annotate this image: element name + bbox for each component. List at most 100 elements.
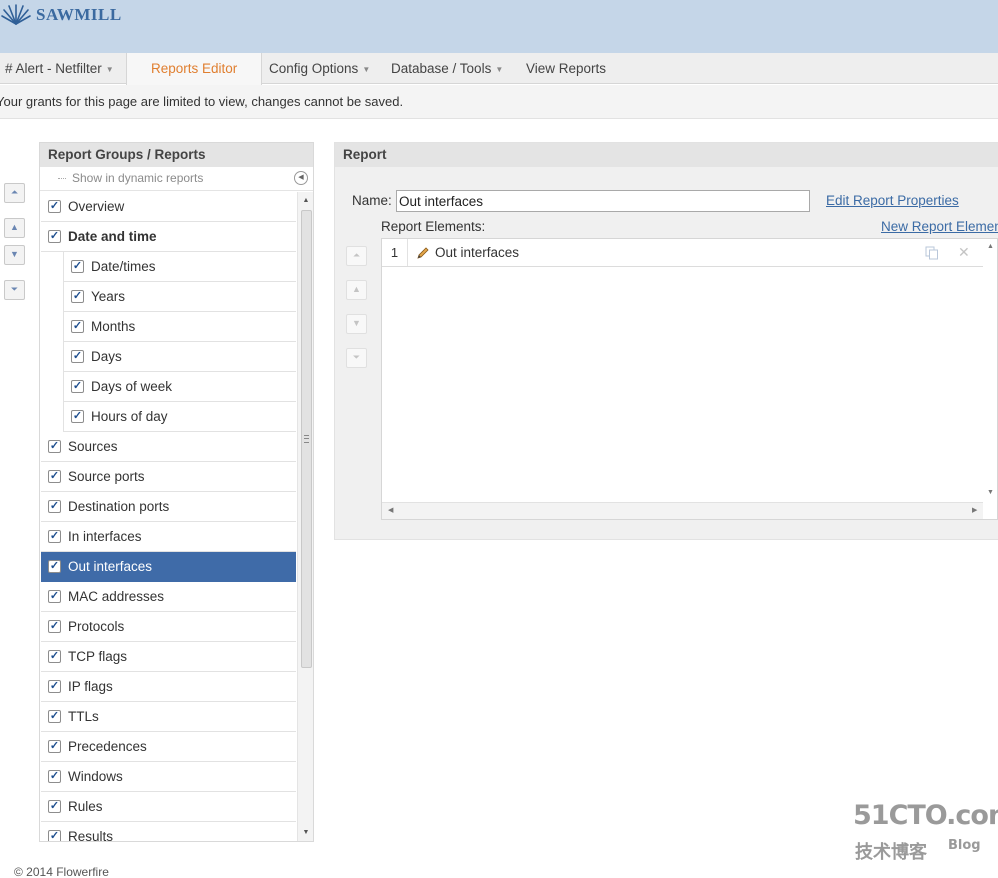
tree-item-sources[interactable]: ✓ Sources bbox=[41, 432, 296, 462]
caret-down-icon: ▼ bbox=[495, 64, 504, 74]
dynamic-reports-toggle[interactable]: Show in dynamic reports ◀ bbox=[40, 167, 313, 191]
move-top-icon[interactable]: ⏶ bbox=[4, 183, 25, 203]
tree-item-months[interactable]: ✓ Months bbox=[63, 312, 296, 342]
tree-item-ttls[interactable]: ✓ TTLs bbox=[41, 702, 296, 732]
tree-item-ip-flags[interactable]: ✓ IP flags bbox=[41, 672, 296, 702]
tree-item-out-interfaces[interactable]: ✓ Out interfaces bbox=[41, 552, 296, 582]
tree-item-results[interactable]: ✓ Results bbox=[41, 822, 296, 841]
tree-item-years[interactable]: ✓ Years bbox=[63, 282, 296, 312]
app-header: SAWMILL bbox=[0, 0, 998, 53]
checkbox-checked-icon[interactable]: ✓ bbox=[48, 740, 61, 753]
tree-item-in-interfaces[interactable]: ✓ In interfaces bbox=[41, 522, 296, 552]
tree-item-days-of-week[interactable]: ✓ Days of week bbox=[63, 372, 296, 402]
tree-item-label: Source ports bbox=[68, 469, 145, 484]
move-top-icon[interactable]: ⏶ bbox=[346, 246, 367, 266]
tree-item-rules[interactable]: ✓ Rules bbox=[41, 792, 296, 822]
move-down-icon[interactable]: ▼ bbox=[4, 245, 25, 265]
move-bottom-icon[interactable]: ⏷ bbox=[346, 348, 367, 368]
nav-reports-editor[interactable]: Reports Editor bbox=[126, 53, 263, 85]
tree-item-label: Precedences bbox=[68, 739, 147, 754]
nav-database-tools-label: Database / Tools bbox=[391, 61, 492, 76]
checkbox-checked-icon[interactable]: ✓ bbox=[48, 500, 61, 513]
checkbox-checked-icon[interactable]: ✓ bbox=[48, 590, 61, 603]
move-bottom-icon[interactable]: ⏷ bbox=[4, 280, 25, 300]
tree-item-precedences[interactable]: ✓ Precedences bbox=[41, 732, 296, 762]
copy-icon[interactable] bbox=[925, 246, 939, 260]
tree-item-protocols[interactable]: ✓ Protocols bbox=[41, 612, 296, 642]
tree-item-destination-ports[interactable]: ✓ Destination ports bbox=[41, 492, 296, 522]
checkbox-checked-icon[interactable]: ✓ bbox=[48, 770, 61, 783]
checkbox-checked-icon[interactable]: ✓ bbox=[48, 830, 61, 841]
new-report-element-link[interactable]: New Report Element bbox=[881, 219, 998, 234]
watermark-blog: Blog bbox=[948, 838, 981, 853]
tree-item-label: Months bbox=[91, 319, 136, 334]
checkbox-checked-icon[interactable]: ✓ bbox=[48, 620, 61, 633]
scroll-down-icon[interactable]: ▼ bbox=[987, 489, 994, 496]
checkbox-checked-icon[interactable]: ✓ bbox=[48, 680, 61, 693]
scroll-up-icon[interactable]: ▲ bbox=[298, 194, 313, 208]
watermark-sub: 技术博客 bbox=[855, 842, 927, 863]
tree-item-hours-of-day[interactable]: ✓ Hours of day bbox=[63, 402, 296, 432]
tree-item-label: In interfaces bbox=[68, 529, 142, 544]
tree-item-label: Days of week bbox=[91, 379, 173, 394]
watermark-main: 51CTO.com bbox=[853, 800, 998, 831]
tree-item-date-times[interactable]: ✓ Date/times bbox=[63, 252, 296, 282]
tree-item-overview[interactable]: ✓ Overview bbox=[41, 192, 296, 222]
edit-report-properties-link[interactable]: Edit Report Properties bbox=[826, 193, 959, 208]
tree-item-windows[interactable]: ✓ Windows bbox=[41, 762, 296, 792]
checkbox-checked-icon[interactable]: ✓ bbox=[48, 200, 61, 213]
tree-item-label: IP flags bbox=[68, 679, 113, 694]
nav-database-tools[interactable]: Database / Tools ▼ bbox=[391, 53, 503, 84]
scroll-right-icon[interactable]: ▶ bbox=[972, 506, 977, 514]
checkbox-checked-icon[interactable]: ✓ bbox=[48, 440, 61, 453]
checkbox-checked-icon[interactable]: ✓ bbox=[48, 800, 61, 813]
scroll-left-icon[interactable]: ◀ bbox=[388, 506, 393, 514]
move-down-icon[interactable]: ▼ bbox=[346, 314, 367, 334]
scroll-down-icon[interactable]: ▼ bbox=[298, 826, 313, 840]
brand-name: SAWMILL bbox=[36, 5, 122, 24]
scroll-up-icon[interactable]: ▲ bbox=[987, 243, 994, 250]
checkbox-checked-icon[interactable]: ✓ bbox=[48, 470, 61, 483]
report-panel: Report Name: Edit Report Properties Repo… bbox=[334, 142, 998, 540]
tree-item-label: Date and time bbox=[68, 229, 157, 244]
checkbox-checked-icon[interactable]: ✓ bbox=[48, 560, 61, 573]
checkbox-checked-icon[interactable]: ✓ bbox=[48, 710, 61, 723]
checkbox-checked-icon[interactable]: ✓ bbox=[71, 320, 84, 333]
tree-item-days[interactable]: ✓ Days bbox=[63, 342, 296, 372]
tree-item-label: Out interfaces bbox=[68, 559, 153, 574]
pencil-icon[interactable] bbox=[416, 246, 430, 260]
name-label: Name: bbox=[352, 193, 392, 208]
checkbox-checked-icon[interactable]: ✓ bbox=[71, 380, 84, 393]
tree-connector bbox=[58, 178, 66, 180]
report-elements-label: Report Elements: bbox=[381, 219, 486, 234]
collapse-left-icon[interactable]: ◀ bbox=[294, 171, 308, 185]
checkbox-checked-icon[interactable]: ✓ bbox=[71, 410, 84, 423]
tree-item-tcp-flags[interactable]: ✓ TCP flags bbox=[41, 642, 296, 672]
move-up-icon[interactable]: ▲ bbox=[4, 218, 25, 238]
tree-item-label: Sources bbox=[68, 439, 118, 454]
move-up-icon[interactable]: ▲ bbox=[346, 280, 367, 300]
tree-item-mac-addresses[interactable]: ✓ MAC addresses bbox=[41, 582, 296, 612]
checkbox-checked-icon[interactable]: ✓ bbox=[48, 530, 61, 543]
checkbox-checked-icon[interactable]: ✓ bbox=[48, 230, 61, 243]
report-name-input[interactable] bbox=[396, 190, 810, 212]
checkbox-checked-icon[interactable]: ✓ bbox=[71, 260, 84, 273]
close-icon[interactable]: ✕ bbox=[958, 244, 970, 261]
checkbox-checked-icon[interactable]: ✓ bbox=[71, 350, 84, 363]
checkbox-checked-icon[interactable]: ✓ bbox=[71, 290, 84, 303]
scrollbar-thumb[interactable] bbox=[301, 210, 312, 668]
nav-config-options[interactable]: Config Options ▼ bbox=[269, 53, 370, 84]
element-name: Out interfaces bbox=[435, 245, 520, 260]
checkbox-checked-icon[interactable]: ✓ bbox=[48, 650, 61, 663]
elements-scrollbar[interactable]: ▲ ▼ bbox=[985, 239, 998, 502]
tree-item-source-ports[interactable]: ✓ Source ports bbox=[41, 462, 296, 492]
elements-hscrollbar[interactable]: ◀ ▶ bbox=[382, 502, 983, 519]
nav-profile-menu[interactable]: # Alert - Netfilter ▼ bbox=[5, 53, 114, 84]
report-element-row[interactable]: 1 Out interfaces ✕ bbox=[382, 239, 983, 267]
tree-group-date-and-time[interactable]: ✓ Date and time bbox=[41, 222, 296, 252]
sawmill-logo[interactable]: SAWMILL bbox=[0, 4, 122, 26]
nav-view-reports[interactable]: View Reports bbox=[526, 53, 606, 84]
tree-item-label: Windows bbox=[68, 769, 123, 784]
report-groups-title: Report Groups / Reports bbox=[40, 143, 313, 167]
tree-scrollbar[interactable]: ▲ ▼ bbox=[297, 192, 313, 841]
